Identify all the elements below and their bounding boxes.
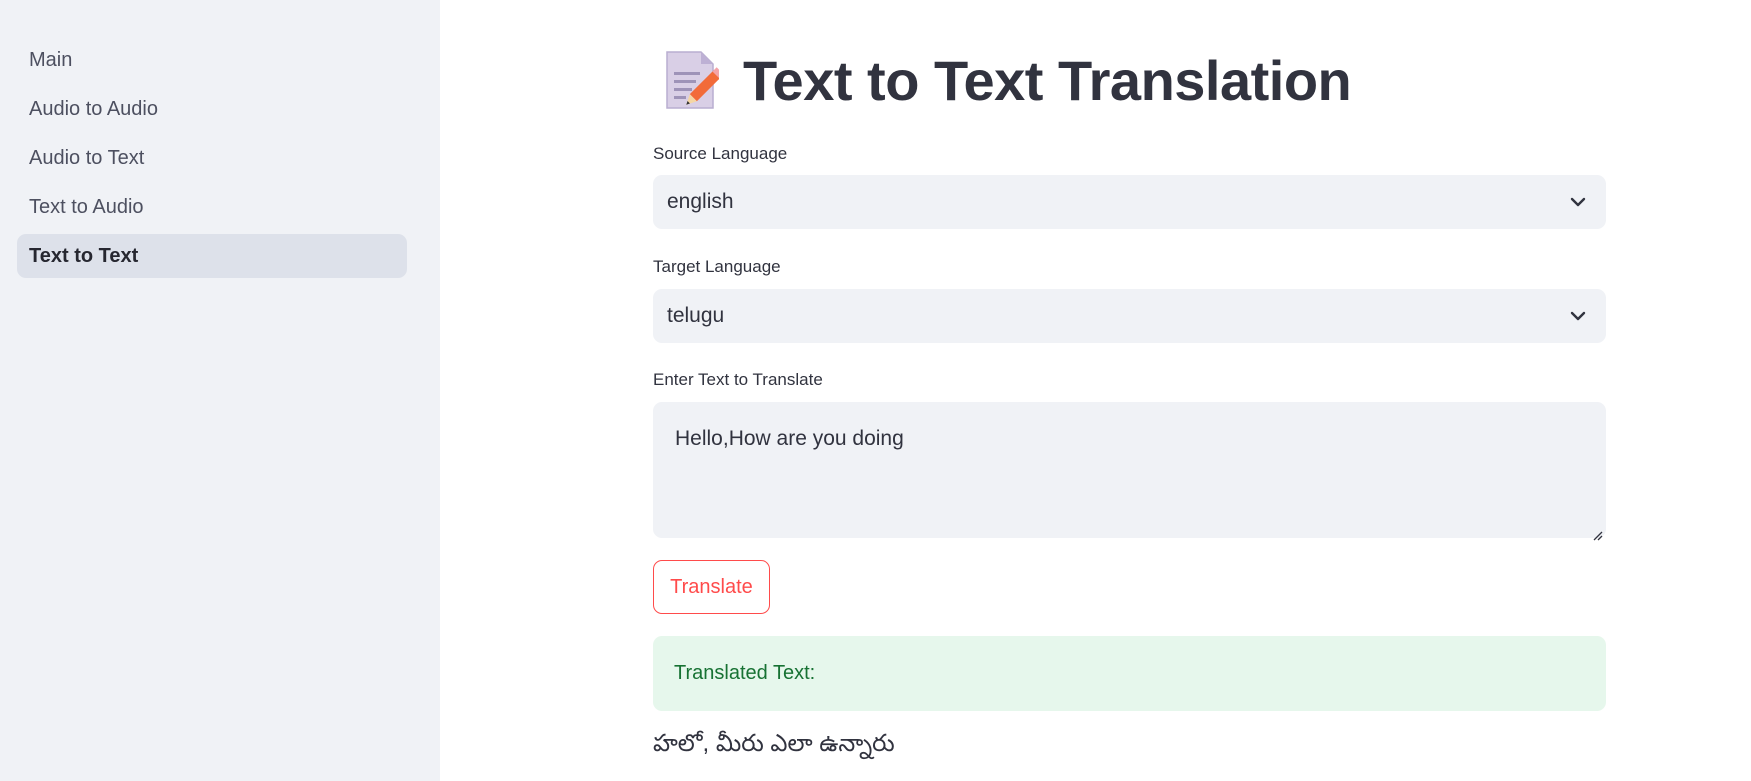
sidebar-item-text-to-audio[interactable]: Text to Audio (17, 185, 407, 229)
result-label: Translated Text: (674, 662, 816, 684)
source-language-value: english (667, 190, 734, 213)
sidebar-item-main[interactable]: Main (17, 38, 407, 82)
chevron-down-icon (1568, 192, 1588, 212)
page-title: Text to Text Translation (743, 48, 1352, 112)
source-language-label: Source Language (653, 144, 788, 163)
source-language-select[interactable]: english (653, 175, 1606, 229)
target-language-select[interactable]: telugu (653, 289, 1606, 343)
translate-button[interactable]: Translate (653, 560, 770, 614)
input-text-value: Hello,How are you doing (675, 427, 904, 450)
input-text-label: Enter Text to Translate (653, 370, 823, 389)
resize-handle-icon[interactable] (1591, 523, 1603, 541)
sidebar-item-audio-to-audio[interactable]: Audio to Audio (17, 87, 407, 131)
sidebar-nav: Main Audio to Audio Audio to Text Text t… (17, 38, 407, 283)
memo-icon (663, 48, 724, 112)
success-alert: Translated Text: (653, 636, 1606, 711)
translated-output: హలో, మీరు ఎలా ఉన్నారు (653, 730, 895, 757)
target-language-value: telugu (667, 304, 725, 327)
sidebar-item-audio-to-text[interactable]: Audio to Text (17, 136, 407, 180)
sidebar: Main Audio to Audio Audio to Text Text t… (0, 0, 440, 781)
translate-input-textarea[interactable]: Hello,How are you doing (653, 402, 1606, 541)
sidebar-item-text-to-text[interactable]: Text to Text (17, 234, 407, 278)
chevron-down-icon (1568, 306, 1588, 326)
target-language-label: Target Language (653, 257, 781, 276)
page-header: Text to Text Translation (663, 44, 1352, 116)
